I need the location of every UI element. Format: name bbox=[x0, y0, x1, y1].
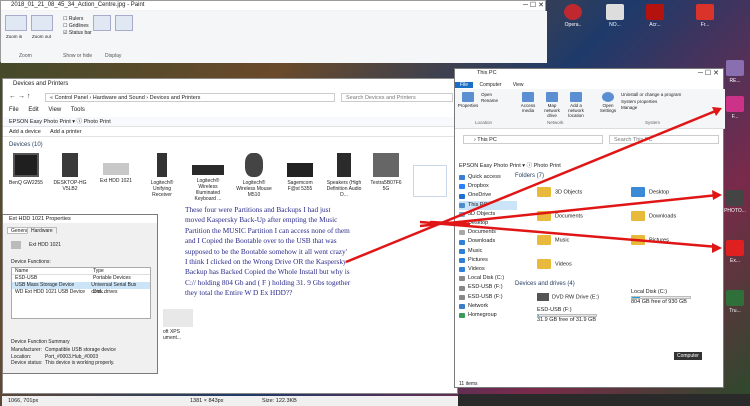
annotation-arrows bbox=[345, 107, 722, 264]
arrowhead-3 bbox=[712, 243, 722, 253]
arrowhead-2 bbox=[712, 190, 722, 200]
arrow-to-icon-2 bbox=[419, 193, 719, 228]
arrow-to-icon-3 bbox=[419, 220, 719, 249]
taskbar bbox=[458, 394, 750, 406]
arrow-to-icon-1 bbox=[345, 108, 719, 264]
